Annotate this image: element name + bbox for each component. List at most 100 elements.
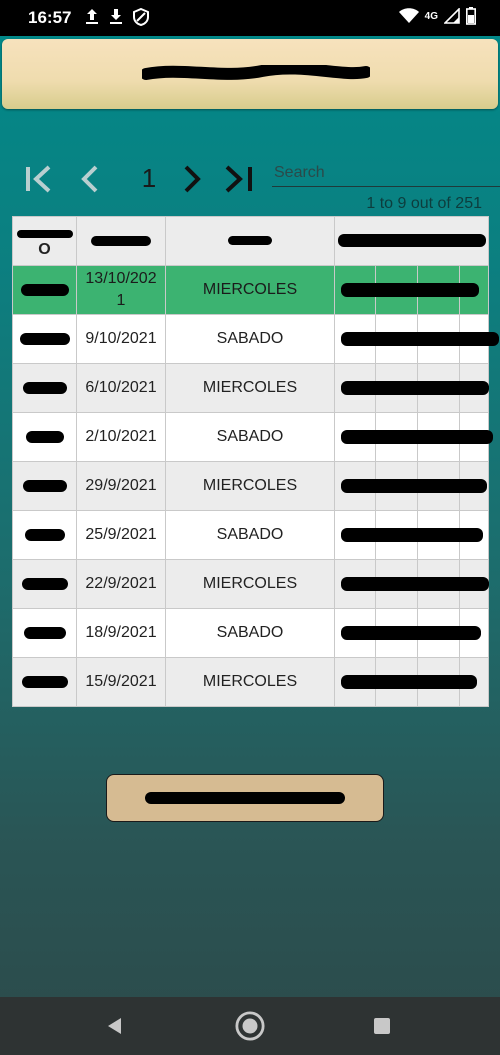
cell-id (12, 412, 77, 462)
redacted-text (341, 577, 489, 591)
table-row[interactable]: 13/10/202 1 MIERCOLES (12, 265, 489, 315)
download-icon (110, 9, 122, 24)
chevron-right-icon (184, 165, 201, 193)
last-page-button[interactable] (218, 160, 258, 198)
pagination-count: 1 to 9 out of 251 (366, 195, 482, 212)
redacted-text (25, 430, 64, 443)
redacted-text (22, 381, 67, 394)
cell-dia: MIERCOLES (165, 657, 335, 707)
redacted-text (228, 236, 272, 246)
redacted-text (21, 577, 68, 590)
redacted-text (22, 479, 67, 492)
cell-fecha: 9/10/2021 (76, 314, 166, 364)
redacted-text (341, 332, 499, 346)
cell-dia: MIERCOLES (165, 363, 335, 413)
redacted-text (341, 626, 481, 640)
header-col-1-suffix: O (38, 241, 51, 258)
action-button[interactable] (106, 774, 384, 822)
cell-id (12, 314, 77, 364)
last-page-icon (225, 165, 252, 193)
table-row[interactable]: 6/10/2021 MIERCOLES (12, 363, 489, 413)
next-page-button[interactable] (172, 160, 212, 198)
redacted-text (23, 626, 66, 639)
cell-detail (334, 657, 477, 707)
network-type: 4G (424, 10, 438, 22)
table-row[interactable]: 29/9/2021 MIERCOLES (12, 461, 489, 511)
cell-detail (334, 363, 489, 413)
redacted-text (20, 283, 69, 296)
redacted-text (341, 675, 477, 689)
cell-dia: SABADO (165, 608, 335, 658)
data-saver-icon (133, 8, 149, 26)
cell-detail (334, 461, 487, 511)
home-button[interactable] (235, 1011, 265, 1041)
header-col-fecha[interactable] (76, 216, 166, 266)
redacted-text (341, 528, 483, 542)
home-icon (235, 1011, 265, 1041)
cell-id (12, 363, 77, 413)
cell-id (12, 657, 77, 707)
redacted-text (341, 430, 493, 444)
navigation-bar (0, 997, 500, 1055)
recents-button[interactable] (367, 1011, 397, 1041)
cell-dia: SABADO (165, 314, 335, 364)
redacted-text (145, 792, 345, 804)
header-col-1[interactable]: O (12, 216, 77, 266)
redacted-text (19, 332, 70, 345)
table-row[interactable]: 15/9/2021 MIERCOLES (12, 657, 489, 707)
previous-page-button[interactable] (70, 160, 110, 198)
pagination-bar: 1 (20, 160, 500, 200)
cell-dia: SABADO (165, 412, 335, 462)
cell-id (12, 608, 77, 658)
header-banner (2, 39, 498, 109)
table-header-row: O (12, 216, 489, 266)
status-time: 16:57 (28, 8, 72, 27)
cell-fecha: 15/9/2021 (76, 657, 166, 707)
redacted-text (21, 675, 68, 688)
first-page-button[interactable] (20, 160, 60, 198)
cell-detail (334, 559, 489, 609)
cell-fecha: 2/10/2021 (76, 412, 166, 462)
recents-icon (374, 1018, 390, 1034)
redacted-text (91, 235, 151, 246)
current-page-number: 1 (141, 163, 157, 193)
cell-fecha: 22/9/2021 (76, 559, 166, 609)
redacted-text (16, 229, 73, 238)
table-row[interactable]: 18/9/2021 SABADO (12, 608, 489, 658)
cell-detail (334, 265, 479, 315)
redacted-text (341, 479, 487, 493)
chevron-left-icon (81, 165, 98, 193)
redacted-text (341, 283, 479, 297)
status-bar: 16:57 4G (0, 0, 500, 36)
table-row[interactable]: 22/9/2021 MIERCOLES (12, 559, 489, 609)
cell-fecha: 13/10/202 1 (76, 265, 166, 315)
cell-fecha: 6/10/2021 (76, 363, 166, 413)
battery-icon (466, 7, 476, 25)
cell-dia: MIERCOLES (165, 461, 335, 511)
header-col-detail[interactable] (334, 216, 489, 266)
redacted-text (337, 234, 486, 248)
table-row[interactable]: 2/10/2021 SABADO (12, 412, 493, 462)
back-icon (108, 1018, 121, 1034)
table-row[interactable]: 9/10/2021 SABADO (12, 314, 499, 364)
table-row[interactable]: 25/9/2021 SABADO (12, 510, 489, 560)
upload-icon (86, 9, 98, 24)
cell-detail (334, 412, 493, 462)
cell-id (12, 510, 77, 560)
redacted-text (24, 528, 65, 541)
cell-fecha: 29/9/2021 (76, 461, 166, 511)
data-table: O 13/10/202 1 MIERCOLES 9/10/2021 SABADO 6/1… (12, 216, 499, 707)
signal-icon (444, 8, 460, 24)
search-input[interactable] (272, 160, 500, 187)
wifi-icon (398, 8, 419, 23)
cell-id (12, 461, 77, 511)
first-page-icon (26, 165, 51, 193)
cell-id (12, 265, 77, 315)
cell-detail (334, 314, 499, 364)
cell-dia: MIERCOLES (165, 265, 335, 315)
redacted-title (142, 65, 370, 80)
redacted-text (341, 381, 489, 395)
back-button[interactable] (100, 1011, 130, 1041)
header-col-dia[interactable] (165, 216, 335, 266)
cell-detail (334, 510, 483, 560)
